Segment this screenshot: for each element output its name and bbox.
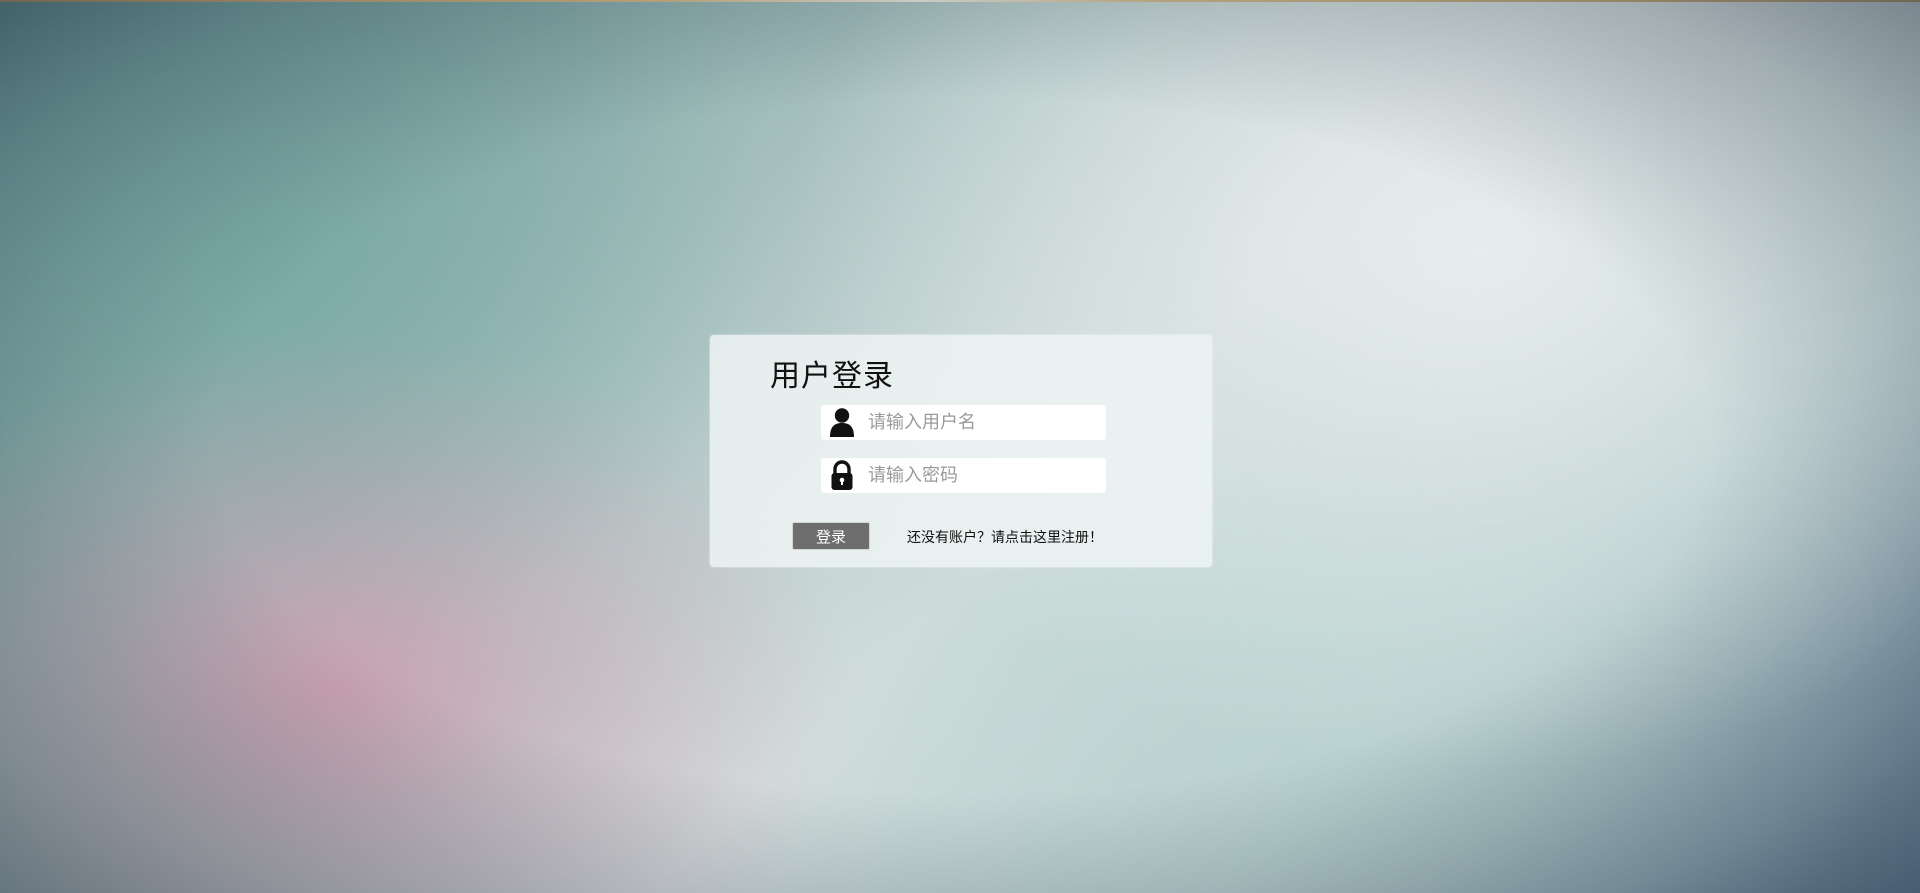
register-link[interactable]: 还没有账户？请点击这里注册！ (907, 527, 1103, 547)
login-panel: 用户登录 登录 还没有账户？请点击这里注册！ (710, 335, 1212, 567)
password-field[interactable] (821, 458, 1106, 493)
password-input[interactable] (868, 458, 1098, 493)
lock-icon (831, 460, 853, 490)
login-title: 用户登录 (770, 359, 894, 394)
top-decorative-strip (0, 0, 1920, 2)
username-field[interactable] (821, 405, 1106, 440)
user-icon (830, 408, 854, 437)
username-input[interactable] (868, 405, 1098, 440)
login-button[interactable]: 登录 (792, 522, 870, 550)
